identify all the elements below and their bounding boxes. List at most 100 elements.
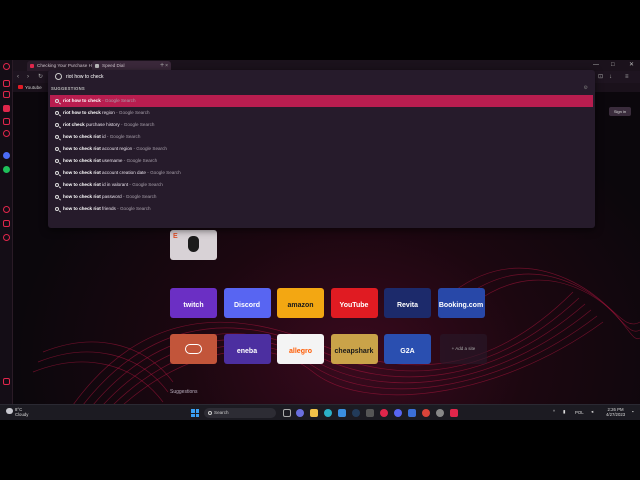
add-site-button[interactable]: + Add a site: [440, 334, 487, 364]
volume-icon[interactable]: ◂: [591, 409, 593, 414]
tab-label: Speed Dial: [102, 63, 125, 68]
suggestion-item[interactable]: how to check riot account creation date …: [50, 167, 593, 179]
file-explorer-icon[interactable]: [310, 409, 318, 417]
new-tab-button[interactable]: +: [160, 61, 164, 70]
taskbar-search[interactable]: Search: [204, 408, 276, 418]
vpn-icon[interactable]: [408, 409, 416, 417]
search-icon: [55, 183, 59, 187]
reload-icon[interactable]: ↻: [38, 73, 43, 81]
taskbar-search-label: Search: [214, 410, 229, 415]
messenger-icon[interactable]: [3, 152, 10, 159]
featured-tile-mouse[interactable]: E: [170, 230, 217, 260]
extensions-icon[interactable]: [3, 220, 10, 227]
suggestion-item[interactable]: how to check riot password - Google Sear…: [50, 191, 593, 203]
chrome-icon[interactable]: [422, 409, 430, 417]
suggestions-header: SUGGESTIONS: [51, 86, 86, 91]
suggestion-bold: how to check riot: [63, 194, 101, 199]
forward-icon[interactable]: ›: [27, 73, 29, 81]
suggestion-rest: friends: [100, 206, 116, 211]
suggestion-bold: riot how to check: [63, 98, 101, 103]
opera-menu-icon[interactable]: [3, 63, 10, 70]
edge-icon[interactable]: [324, 409, 332, 417]
clock[interactable]: 2:26 PM 4/27/2023: [606, 407, 625, 417]
suggestion-rest: id in valorant: [100, 182, 129, 187]
clock-date: 4/27/2023: [606, 412, 626, 417]
suggestion-bold: how to check riot: [63, 182, 101, 187]
gamepad-icon: [185, 344, 202, 354]
network-icon[interactable]: ▮: [563, 409, 565, 414]
speed-dial-tile[interactable]: amazon: [277, 288, 324, 318]
windows-start-icon[interactable]: [191, 409, 199, 417]
steam-icon[interactable]: [352, 409, 360, 417]
right-panel: [595, 60, 640, 228]
bookmark-label: Youtube: [25, 85, 42, 90]
settings-icon[interactable]: [3, 234, 10, 241]
bookmark-youtube[interactable]: Youtube: [18, 84, 42, 91]
app-icon[interactable]: [366, 409, 374, 417]
suggestions-settings-icon[interactable]: ⚙: [584, 85, 588, 91]
speed-dial-tile[interactable]: [170, 334, 217, 364]
suggestion-item[interactable]: how to check riot id in valorant - Googl…: [50, 179, 593, 191]
search-icon: [208, 411, 212, 415]
speed-dial-tile[interactable]: eneba: [223, 334, 271, 364]
search-icon: [55, 123, 59, 127]
tile-label: Discord: [233, 302, 261, 309]
speed-dial-tile[interactable]: allegro: [277, 334, 324, 364]
suggestion-item[interactable]: how to check riot friends - Google Searc…: [50, 203, 593, 215]
suggestion-bold: how to check riot: [63, 170, 101, 175]
weather-desc: Cloudy: [15, 412, 29, 417]
language-indicator[interactable]: POL: [575, 410, 584, 415]
suggestion-rest: purchase history: [84, 122, 120, 127]
gx-control-icon[interactable]: [3, 91, 10, 98]
suggestion-item[interactable]: how to check riot id - Google Search: [50, 131, 593, 143]
suggestion-item[interactable]: riot check purchase history - Google Sea…: [50, 119, 593, 131]
speed-dial-tile[interactable]: cheapshark: [330, 334, 378, 364]
tile-label: eneba: [236, 348, 258, 355]
tray-chevron-icon[interactable]: ^: [553, 409, 555, 414]
chat-icon[interactable]: [296, 409, 304, 417]
suggestion-item[interactable]: riot how to check - Google Search: [50, 95, 593, 107]
discord-taskbar-icon[interactable]: [394, 409, 402, 417]
suggestion-rest: password: [100, 194, 122, 199]
more-icon[interactable]: [3, 378, 10, 385]
tab-label: Checking Your Purchase H...: [37, 63, 96, 68]
speed-dial-tile[interactable]: G2A: [384, 334, 431, 364]
history-icon[interactable]: [3, 206, 10, 213]
speed-dial-tile[interactable]: YouTube: [330, 288, 378, 318]
weather-widget[interactable]: 8°C Cloudy: [6, 407, 28, 417]
address-bar[interactable]: [48, 70, 595, 84]
speed-dial-tile[interactable]: twitch: [170, 288, 217, 318]
task-view-icon[interactable]: [283, 409, 291, 417]
store-icon[interactable]: [338, 409, 346, 417]
opera-sidebar: [0, 60, 13, 405]
suggestion-rest: id: [100, 134, 106, 139]
suggestion-item[interactable]: riot how to check region - Google Search: [50, 107, 593, 119]
media-icon[interactable]: [450, 409, 458, 417]
speed-dial-tile[interactable]: Revita: [384, 288, 431, 318]
player-sidebar-icon[interactable]: [3, 130, 10, 137]
opera-gx-icon[interactable]: [380, 409, 388, 417]
suggestion-item[interactable]: how to check riot username - Google Sear…: [50, 155, 593, 167]
speed-dial-tile[interactable]: Discord: [223, 288, 271, 318]
tile-label: G2A: [400, 348, 415, 355]
suggestion-item[interactable]: how to check riot account region - Googl…: [50, 143, 593, 155]
search-icon: [55, 73, 62, 80]
bookmark-sidebar-icon[interactable]: [3, 118, 10, 125]
settings-gear-icon[interactable]: [436, 409, 444, 417]
notification-icon[interactable]: ▪: [632, 409, 634, 414]
tile-label: cheapshark: [334, 348, 374, 355]
suggestion-bold: how to check riot: [63, 206, 101, 211]
search-icon: [55, 111, 59, 115]
speed-dial-tile[interactable]: Booking.com: [437, 288, 485, 318]
suggestion-source: - Google Search: [129, 182, 163, 187]
whatsapp-icon[interactable]: [3, 166, 10, 173]
twitch-sidebar-icon[interactable]: [3, 105, 10, 112]
tile-label: YouTube: [339, 302, 369, 309]
address-input[interactable]: [66, 72, 546, 82]
back-icon[interactable]: ‹: [17, 73, 19, 81]
sign-in-button[interactable]: Sign in: [609, 107, 631, 116]
home-icon[interactable]: [3, 80, 10, 87]
suggestions-heading: Suggestions: [170, 389, 198, 395]
tile-label: Booking.com: [438, 302, 484, 309]
search-icon: [55, 207, 59, 211]
